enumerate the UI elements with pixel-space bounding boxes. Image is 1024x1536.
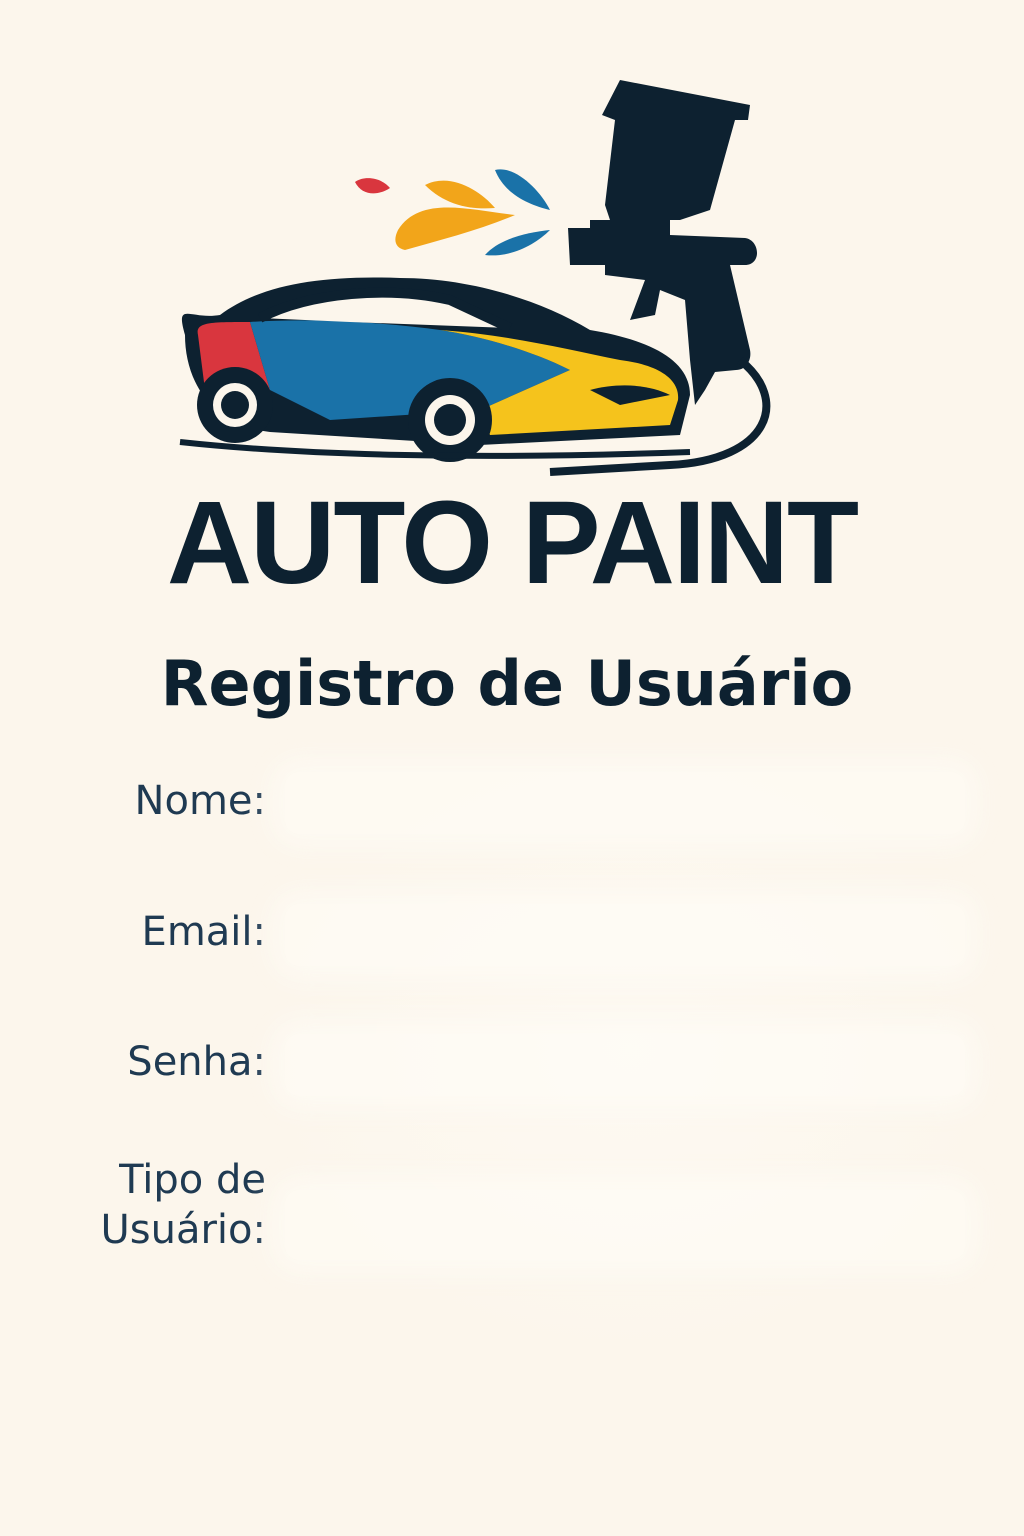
- registration-page: AUTO PAINT Registro de Usuário Nome: Ema…: [0, 0, 1024, 1536]
- tipo-usuario-label: Tipo de Usuário:: [101, 1155, 267, 1255]
- car-spray-gun-logo-icon: [179, 80, 771, 476]
- paint-drop-red-icon: [355, 178, 390, 194]
- nome-label: Nome:: [134, 778, 266, 824]
- tipo-usuario-label-line2: Usuário:: [100, 1207, 267, 1253]
- paint-splash-orange-icon: [395, 207, 515, 250]
- paint-splash-blue-low-icon: [485, 230, 550, 256]
- brand-name: AUTO PAINT: [166, 477, 859, 609]
- nome-input[interactable]: [285, 772, 965, 834]
- email-input[interactable]: [285, 904, 965, 966]
- senha-input[interactable]: [285, 1034, 965, 1096]
- tipo-usuario-label-line1: Tipo de: [119, 1157, 266, 1203]
- senha-label: Senha:: [127, 1039, 266, 1085]
- form-title: Registro de Usuário: [160, 647, 854, 720]
- paint-splash-orange-top-icon: [425, 180, 495, 209]
- tipo-usuario-input[interactable]: [285, 1190, 965, 1260]
- paint-splash-blue-icon: [495, 169, 550, 210]
- email-label: Email:: [141, 909, 266, 955]
